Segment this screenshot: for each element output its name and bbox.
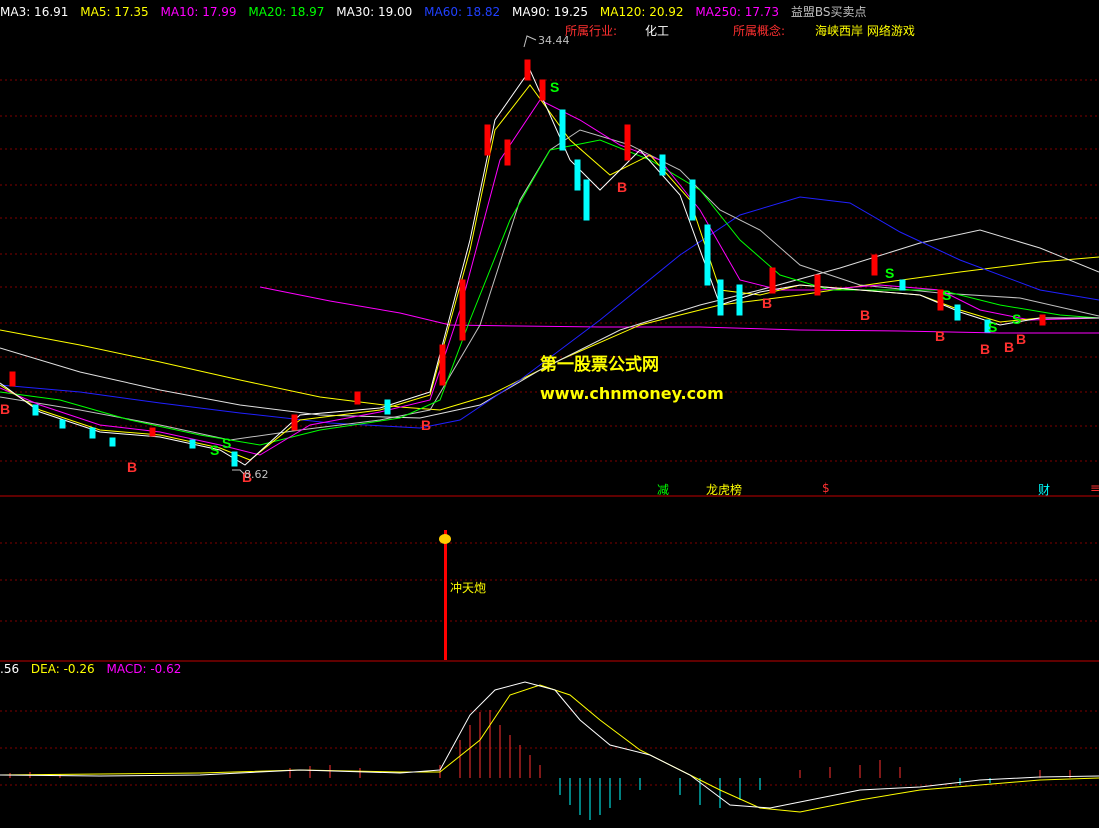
sell-marker: S (550, 79, 559, 95)
buy-marker: B (1004, 339, 1014, 355)
macd-histogram-pos (9, 710, 1071, 778)
event-more[interactable]: ≡ (1090, 481, 1099, 495)
candlesticks (9, 59, 1046, 467)
buy-marker: B (617, 179, 627, 195)
sell-marker: S (885, 265, 894, 281)
buy-marker: B (1016, 331, 1026, 347)
main-grid (0, 79, 1099, 786)
macd-dea-label: DEA: -0.26 (30, 662, 95, 676)
sell-marker: S (988, 319, 997, 335)
event-dragon-tiger[interactable]: 龙虎榜 (706, 481, 742, 498)
signal-rocket-icon (439, 534, 451, 544)
macd-dea-line (0, 684, 1099, 813)
watermark-url: www.chnmoney.com (540, 384, 724, 403)
macd-value-label: MACD: -0.62 (106, 662, 182, 676)
sell-marker: S (222, 435, 231, 451)
watermark-title: 第一股票公式网 (540, 355, 659, 375)
buy-marker: B (127, 459, 137, 475)
sell-marker: S (942, 287, 951, 303)
buy-marker: B (860, 307, 870, 323)
macd-legend: .56 DEA: -0.26 MACD: -0.62 (0, 662, 189, 676)
low-price-label: 8.62 (244, 468, 269, 481)
macd-histogram-neg (559, 778, 991, 820)
event-dividend[interactable]: $ (822, 481, 830, 495)
signal-bar (444, 530, 447, 660)
signal-label: 冲天炮 (450, 580, 486, 595)
buy-marker: B (0, 401, 10, 417)
high-price-label: 34.44 (538, 34, 570, 47)
sell-marker: S (1012, 311, 1021, 327)
buy-marker: B (762, 295, 772, 311)
sell-marker: S (210, 442, 219, 458)
chart-canvas: B B B B B B B B B B B S S S S S S S 34.4… (0, 34, 1099, 820)
high-pointer (523, 35, 537, 48)
buy-marker: B (980, 341, 990, 357)
ma250-line (259, 286, 1099, 334)
ma3-line (0, 68, 1099, 466)
buy-marker: B (421, 417, 431, 433)
buy-marker: B (935, 328, 945, 344)
event-finance[interactable]: 财 (1038, 481, 1050, 498)
event-reduce[interactable]: 减 (657, 481, 669, 498)
macd-diff-label: .56 (0, 662, 20, 676)
